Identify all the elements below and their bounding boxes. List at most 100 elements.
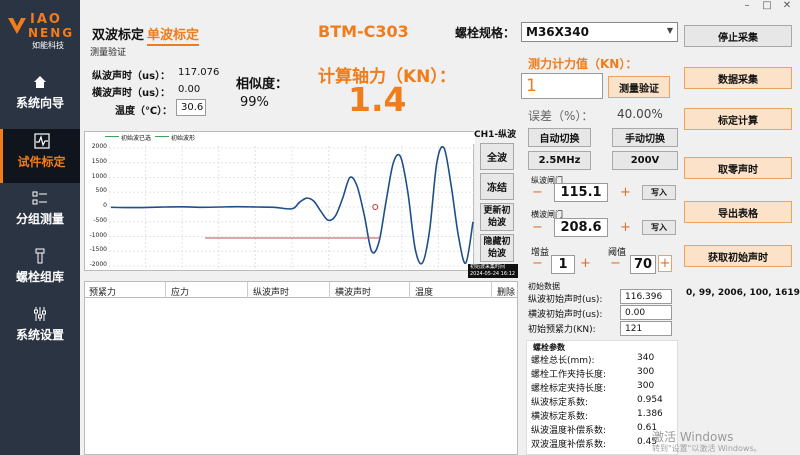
threshold-input[interactable]: 70: [630, 255, 656, 274]
long-gate-minus[interactable]: −: [532, 185, 543, 200]
threshold-plus[interactable]: +: [658, 255, 672, 272]
stop-acquisition-button[interactable]: 停止采集: [684, 25, 792, 47]
gain-input[interactable]: 1: [551, 255, 575, 274]
nav-label: 系统向导: [15, 96, 64, 110]
tab-single-wave[interactable]: 单波标定: [147, 24, 200, 46]
y-tick-label: -1500: [89, 246, 107, 254]
device-model: BTM-C303: [318, 22, 409, 41]
y-tick-label: 1500: [91, 157, 107, 165]
y-axis: 2000 1500 1000 500 0 -500 -1000 -1500 -2000: [85, 143, 109, 268]
threshold-minus[interactable]: −: [610, 256, 621, 271]
temperature-input[interactable]: 30.6: [176, 99, 206, 116]
auto-switch-button[interactable]: 自动切换: [528, 128, 591, 147]
param-value: 0.954: [637, 395, 663, 405]
axial-force-value: 1.4: [348, 80, 407, 119]
bolt-icon: [35, 248, 45, 264]
channel-label: CH1-纵波: [474, 130, 517, 140]
init-long-input[interactable]: 116.396: [620, 289, 672, 304]
data-table: 预紧力 应力 纵波声时 横波声时 温度 删除: [84, 281, 518, 455]
legend-swatch-2: [155, 136, 169, 137]
initial-wave-status: 初始波采集时间 2024-05-24 16:12: [468, 264, 518, 278]
param-value: 300: [637, 381, 655, 391]
full-wave-button[interactable]: 全波: [480, 143, 514, 170]
param-label: 横波标定系数:: [531, 412, 589, 422]
voltage-button[interactable]: 200V: [612, 151, 678, 170]
similarity-label: 相似度：: [236, 77, 289, 92]
nav-label: 系统设置: [15, 328, 64, 342]
init-preload-label: 初始预紧力(KN):: [528, 325, 596, 335]
legend-series-2: 初始波形: [171, 135, 196, 142]
minimize-button[interactable]: –: [740, 0, 754, 12]
trans-gate-plus[interactable]: +: [620, 220, 631, 235]
nav-item-group-measure[interactable]: 分组测量: [0, 186, 80, 240]
param-label: 螺栓标定夹持长度:: [531, 384, 607, 394]
col-divider: [491, 282, 492, 298]
initial-data-title: 初始数据: [528, 282, 560, 291]
dynamometer-value: 1: [526, 76, 537, 96]
measure-verify-button[interactable]: 测量验证: [608, 76, 670, 98]
chart-legend: 初始波已选 初始波形: [85, 132, 475, 144]
param-value: 300: [637, 367, 655, 377]
y-tick-label: 0: [103, 202, 107, 209]
update-initial-wave-button[interactable]: 更新初始波: [480, 203, 514, 231]
trans-wave-label: 横波声时（us）：: [92, 88, 171, 99]
get-initial-time-button[interactable]: 获取初始声时: [684, 245, 792, 267]
maximize-button[interactable]: □: [760, 0, 774, 12]
home-icon: [34, 76, 46, 88]
col-long-wave: 纵波声时: [253, 288, 290, 298]
calibration-calc-button[interactable]: 标定计算: [684, 108, 792, 130]
data-acquisition-button[interactable]: 数据采集: [684, 67, 792, 89]
trans-gate-input[interactable]: 208.6: [554, 218, 608, 237]
nav-label: 试件标定: [17, 155, 66, 169]
waveform-plot: [109, 146, 475, 268]
col-divider: [247, 282, 248, 298]
nav-item-wizard[interactable]: 系统向导: [0, 70, 80, 124]
long-wave-value: 117.076: [178, 67, 220, 78]
bolt-params-title: 螺栓参数: [533, 343, 565, 352]
nav-label: 螺栓组库: [15, 270, 64, 284]
long-gate-write-button[interactable]: 写入: [642, 185, 676, 200]
gain-minus[interactable]: −: [532, 256, 543, 271]
nav-item-settings[interactable]: 系统设置: [0, 302, 80, 356]
init-preload-input[interactable]: 121: [620, 321, 672, 336]
section-measure-verify: 测量验证: [90, 48, 127, 58]
dynamometer-label: 测力计力值（KN）：: [528, 57, 638, 71]
close-button[interactable]: ✕: [780, 0, 794, 12]
y-tick-label: -1000: [89, 231, 107, 239]
export-table-button[interactable]: 导出表格: [684, 201, 792, 223]
legend-swatch-1: [105, 136, 119, 137]
manual-switch-button[interactable]: 手动切换: [612, 128, 678, 147]
zero-time-button[interactable]: 取零声时: [684, 157, 792, 179]
init-trans-input[interactable]: 0.00: [620, 305, 672, 320]
temperature-label: 温度（℃）：: [115, 106, 173, 117]
y-tick-label: 1000: [91, 172, 107, 180]
error-value: 40.00%: [617, 107, 663, 121]
frequency-button[interactable]: 2.5MHz: [528, 151, 591, 170]
status-strip-date: 2024-05-24 16:12: [470, 271, 516, 277]
col-delete: 删除: [497, 288, 516, 298]
param-label: 纵波标定系数:: [531, 398, 589, 408]
param-label: 螺栓总长(mm):: [531, 356, 595, 366]
waveform-chart: 初始波已选 初始波形 2000 1500 1000 500 0 -500 -1000 -150…: [84, 131, 475, 271]
trans-gate-write-button[interactable]: 写入: [642, 220, 676, 235]
dynamometer-input[interactable]: 1: [521, 73, 603, 99]
hide-initial-wave-button[interactable]: 隐藏初始波: [480, 234, 514, 262]
threshold-value: 70: [633, 257, 653, 272]
init-trans-value: 0.00: [625, 307, 646, 318]
col-divider: [165, 282, 166, 298]
gain-plus[interactable]: +: [580, 256, 591, 271]
trans-gate-value: 208.6: [560, 220, 602, 235]
freeze-button[interactable]: 冻结: [480, 173, 514, 200]
bolt-spec-select[interactable]: M36X340 ▼: [521, 22, 678, 42]
param-value: 1.386: [637, 409, 663, 419]
logo-text-1: IAO: [30, 12, 62, 27]
long-gate-plus[interactable]: +: [620, 185, 631, 200]
trans-gate-minus[interactable]: −: [532, 220, 543, 235]
long-gate-input[interactable]: 115.1: [554, 183, 608, 202]
col-trans-wave: 横波声时: [335, 288, 372, 298]
init-long-value: 116.396: [625, 291, 663, 302]
tab-dual-wave[interactable]: 双波标定: [92, 24, 144, 43]
nav-item-calibration[interactable]: 试件标定: [0, 129, 80, 183]
nav-item-bolt-library[interactable]: 螺栓组库: [0, 244, 80, 298]
sidebar: IAO NENG 如能科技 系统向导 试件标定 分组测量 螺栓组库 系统设置: [0, 0, 80, 455]
